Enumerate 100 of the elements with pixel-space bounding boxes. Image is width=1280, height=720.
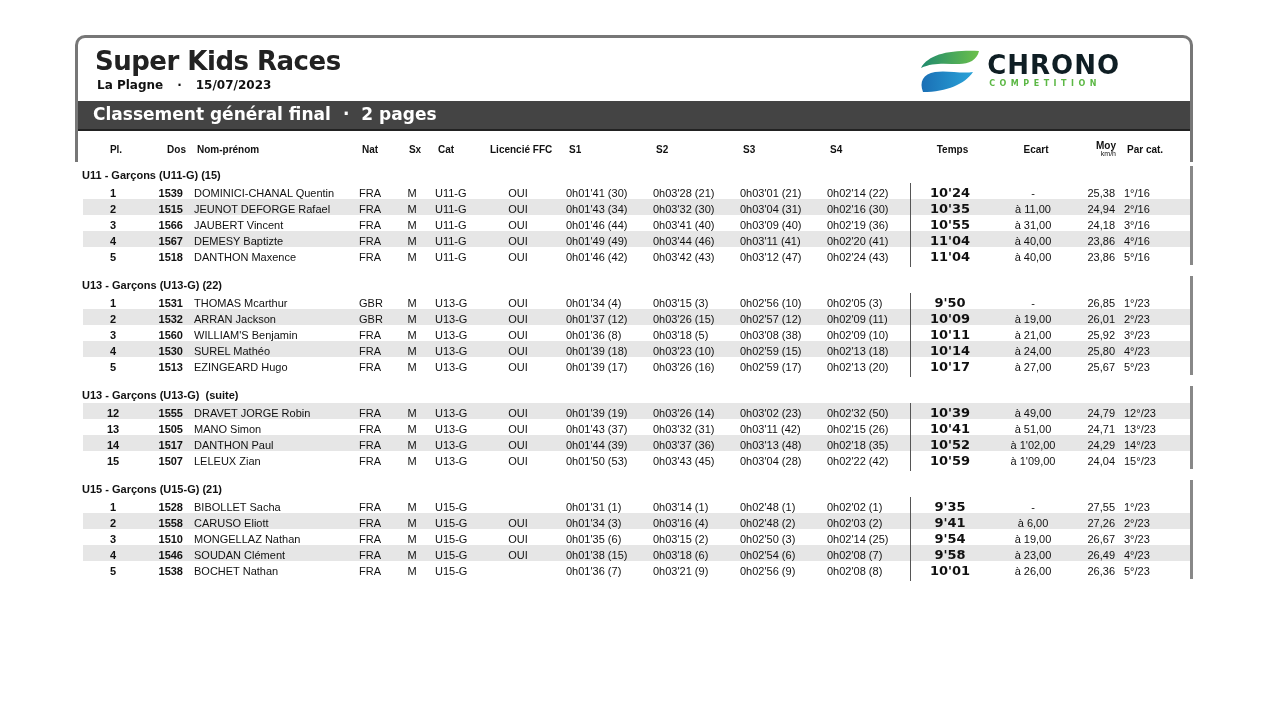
license-cell-text: OUI — [508, 421, 528, 437]
split-cell-text: 0h02'13 (20) — [826, 359, 889, 375]
license-cell-text: OUI — [508, 217, 528, 233]
bib-cell-text: 1528 — [158, 499, 183, 515]
split-cell-text: 0h03'23 (10) — [652, 343, 715, 359]
category-cell-text: U11-G — [434, 201, 467, 217]
gap-cell-text: à 51,00 — [1014, 421, 1052, 437]
category-rank-cell-text: 3°/23 — [1123, 531, 1150, 547]
category-rank-cell-text: 5°/16 — [1123, 249, 1150, 265]
column-header: S4 — [829, 142, 844, 157]
category-rank-cell-text: 3°/16 — [1123, 217, 1150, 233]
name-cell-text: BOCHET Nathan — [193, 563, 279, 579]
category-rank-cell-text: 1°/23 — [1123, 499, 1150, 515]
split-cell-text: 0h02'13 (18) — [826, 343, 889, 359]
place-cell-text: 4 — [109, 547, 117, 563]
category-rank-cell-text: 2°/23 — [1123, 515, 1150, 531]
gap-cell-text: à 27,00 — [1014, 359, 1052, 375]
bib-cell-text: 1515 — [158, 201, 183, 217]
time-cell-text: 9'54 — [934, 530, 966, 548]
split-cell-text: 0h01'38 (15) — [565, 547, 628, 563]
time-cell-text: 9'35 — [934, 498, 966, 516]
bib-cell-text: 1507 — [158, 453, 183, 469]
nation-cell-text: FRA — [358, 453, 381, 469]
time-cell-text: 11'04 — [929, 248, 971, 266]
column-header: S3 — [742, 142, 757, 157]
place-cell-text: 2 — [109, 515, 117, 531]
name-cell-text: SOUDAN Clément — [193, 547, 286, 563]
split-cell-text: 0h02'24 (43) — [826, 249, 889, 265]
name-cell-text: DANTHON Maxence — [193, 249, 297, 265]
time-cell-text: 10'41 — [929, 420, 971, 438]
place-cell-text: 1 — [109, 295, 117, 311]
license-cell-text: OUI — [508, 343, 528, 359]
nation-cell-text: FRA — [358, 217, 381, 233]
gap-cell-text: à 49,00 — [1014, 405, 1052, 421]
split-cell-text: 0h02'50 (3) — [739, 531, 796, 547]
sex-cell-text: M — [407, 249, 417, 265]
speed-cell-text: 23,86 — [1087, 233, 1115, 249]
place-cell-text: 12 — [106, 405, 120, 421]
nation-cell-text: FRA — [358, 437, 381, 453]
split-cell-text: 0h03'26 (15) — [652, 311, 715, 327]
time-cell-text: 10'14 — [929, 342, 971, 360]
split-cell-text: 0h03'11 (42) — [739, 421, 801, 437]
place-cell-text: 15 — [106, 453, 120, 469]
place-cell-text: 4 — [109, 343, 117, 359]
nation-cell-text: FRA — [358, 233, 381, 249]
gap-cell-text: à 19,00 — [1014, 311, 1052, 327]
nation-cell-text: GBR — [358, 311, 383, 327]
split-cell-text: 0h03'09 (40) — [739, 217, 802, 233]
bib-cell-text: 1530 — [158, 343, 183, 359]
split-cell-text: 0h03'18 (6) — [652, 547, 709, 563]
split-cell-text: 0h01'39 (17) — [565, 359, 628, 375]
split-cell-text: 0h01'43 (34) — [565, 201, 628, 217]
category-cell-text: U15-G — [434, 563, 468, 579]
sex-cell-text: M — [407, 327, 417, 343]
name-cell-text: SUREL Mathéo — [193, 343, 271, 359]
category-cell-text: U13-G — [434, 327, 468, 343]
place-cell-text: 14 — [106, 437, 120, 453]
bib-cell-text: 1517 — [158, 437, 183, 453]
column-header: Licencié FFC — [490, 142, 552, 157]
column-header: Cat — [437, 142, 456, 157]
license-cell-text: OUI — [508, 437, 528, 453]
nation-cell-text: FRA — [358, 405, 381, 421]
split-cell-text: 0h03'32 (31) — [652, 421, 715, 437]
split-cell-text: 0h02'03 (2) — [826, 515, 883, 531]
split-cell-text: 0h03'43 (45) — [652, 453, 715, 469]
bib-cell-text: 1546 — [158, 547, 183, 563]
time-cell-text: 10'59 — [929, 452, 971, 470]
speed-cell-text: 24,18 — [1087, 217, 1115, 233]
category-cell-text: U13-G — [434, 421, 468, 437]
sex-cell-text: M — [407, 515, 417, 531]
separator-dot: · — [177, 77, 182, 94]
place-cell-text: 1 — [109, 499, 117, 515]
gap-cell-text: - — [1031, 499, 1035, 515]
column-header: S2 — [655, 142, 670, 157]
split-cell-text: 0h03'01 (21) — [739, 185, 802, 201]
split-cell-text: 0h01'43 (37) — [565, 421, 628, 437]
bib-cell-text: 1555 — [158, 405, 183, 421]
speed-cell-text: 24,04 — [1087, 453, 1115, 469]
name-cell-text: DOMINICI-CHANAL Quentin — [193, 185, 335, 201]
speed-cell-text: 25,38 — [1087, 185, 1115, 201]
speed-cell-text: 25,80 — [1087, 343, 1115, 359]
place-cell-text: 13 — [106, 421, 120, 437]
nation-cell-text: FRA — [358, 515, 381, 531]
category-rank-cell-text: 1°/16 — [1123, 185, 1150, 201]
gap-cell-text: à 1'02,00 — [1010, 437, 1056, 453]
nation-cell-text: FRA — [358, 327, 381, 343]
gap-cell-text: à 26,00 — [1014, 563, 1052, 579]
category-title: U13 - Garçons (U13-G) (22) — [82, 277, 222, 293]
column-header: Ecart — [1022, 142, 1050, 157]
name-cell-text: CARUSO Eliott — [193, 515, 269, 531]
time-cell-text: 10'55 — [929, 216, 971, 234]
bib-cell-text: 1567 — [158, 233, 183, 249]
gap-cell-text: - — [1031, 185, 1035, 201]
split-cell-text: 0h03'13 (48) — [739, 437, 802, 453]
sex-cell-text: M — [407, 185, 417, 201]
category-rank-cell-text: 12°/23 — [1123, 405, 1156, 421]
speed-cell-text: 24,29 — [1087, 437, 1115, 453]
category-rank-cell-text: 5°/23 — [1123, 563, 1150, 579]
split-cell-text: 0h02'56 (9) — [739, 563, 796, 579]
split-cell-text: 0h03'37 (36) — [652, 437, 715, 453]
